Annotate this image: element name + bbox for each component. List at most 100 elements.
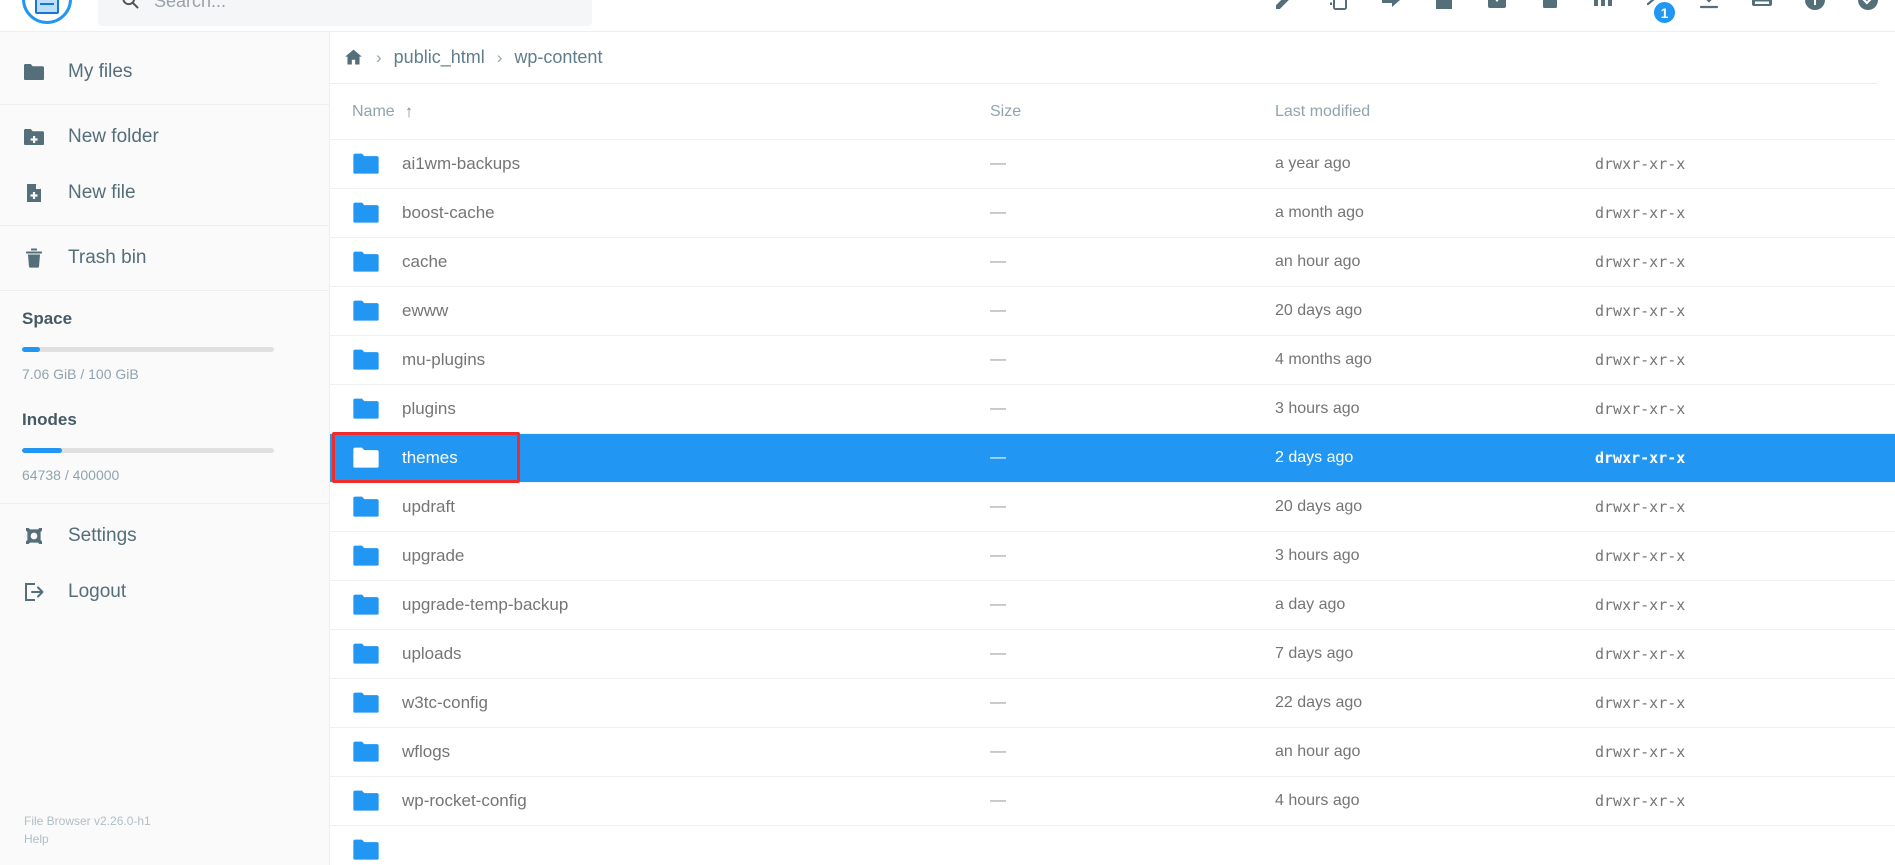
table-row[interactable]: mu-plugins — 4 months ago drwxr-xr-x (330, 335, 1895, 384)
move-icon[interactable] (1378, 0, 1404, 13)
file-size-cell: — (990, 400, 1006, 417)
file-name-label: cache (402, 252, 448, 271)
table-row[interactable] (330, 825, 1895, 865)
file-size-cell: — (990, 645, 1006, 662)
file-modified-cell: a year ago (1275, 155, 1351, 172)
column-header-size[interactable]: Size (990, 103, 1275, 121)
sort-ascending-icon: ↑ (404, 101, 414, 121)
column-header-name[interactable]: Name ↑ (330, 102, 990, 122)
breadcrumb-item-wp-content[interactable]: wp-content (514, 47, 602, 68)
sidebar-item-trash-bin[interactable]: Trash bin (0, 230, 329, 286)
file-name-cell: wflogs (330, 741, 990, 763)
sidebar: My files New folder New file Trash bin S… (0, 32, 330, 865)
column-header-name-label: Name (352, 102, 395, 120)
table-row[interactable]: updraft — 20 days ago drwxr-xr-x (330, 482, 1895, 531)
folder-icon (352, 692, 380, 714)
file-size-cell: — (990, 204, 1006, 221)
file-name-label: uploads (402, 644, 462, 663)
copy-icon[interactable] (1325, 0, 1351, 13)
folder-icon (352, 741, 380, 763)
folder-icon (352, 496, 380, 518)
sidebar-item-new-file[interactable]: New file (0, 165, 329, 221)
file-modified-cell: an hour ago (1275, 253, 1361, 270)
file-name-cell: upgrade-temp-backup (330, 594, 990, 616)
upload-icon[interactable] (1431, 0, 1457, 13)
select-all-icon[interactable] (1696, 0, 1722, 13)
table-row[interactable]: ai1wm-backups — a year ago drwxr-xr-x (330, 139, 1895, 188)
logout-icon (22, 580, 46, 604)
table-row[interactable]: w3tc-config — 22 days ago drwxr-xr-x (330, 678, 1895, 727)
sidebar-item-new-folder[interactable]: New folder (0, 109, 329, 165)
breadcrumb: › public_html › wp-content (330, 32, 1877, 84)
sidebar-item-settings[interactable]: Settings (0, 508, 329, 564)
delete-icon[interactable] (1537, 0, 1563, 13)
inodes-usage: Inodes 64738 / 400000 (0, 388, 329, 499)
file-list: ai1wm-backups — a year ago drwxr-xr-x boost-… (330, 139, 1895, 865)
folder-icon (352, 839, 380, 861)
file-permissions-cell: drwxr-xr-x (1595, 645, 1686, 663)
file-name-label: upgrade-temp-backup (402, 595, 569, 614)
inodes-usage-fill (22, 448, 63, 453)
file-size-cell: — (990, 743, 1006, 760)
help-link[interactable]: Help (24, 830, 329, 849)
file-modified-cell: an hour ago (1275, 743, 1361, 760)
file-permissions-cell: drwxr-xr-x (1595, 155, 1686, 173)
folder-plus-icon (22, 125, 46, 149)
table-row[interactable]: cache — an hour ago drwxr-xr-x (330, 237, 1895, 286)
file-modified-cell: 3 hours ago (1275, 547, 1360, 564)
file-name-cell: updraft (330, 496, 990, 518)
file-modified-cell: 20 days ago (1275, 498, 1363, 515)
file-permissions-cell: drwxr-xr-x (1595, 596, 1686, 614)
folder-icon (22, 60, 46, 84)
file-browser-logo[interactable] (22, 0, 72, 24)
column-header-size-label: Size (990, 102, 1022, 120)
table-row[interactable]: plugins — 3 hours ago drwxr-xr-x (330, 384, 1895, 433)
sidebar-group-usage: Space 7.06 GiB / 100 GiB Inodes 64738 / … (0, 291, 329, 504)
search-bar[interactable]: Search... (98, 0, 592, 26)
trash-icon (22, 246, 46, 270)
home-icon[interactable] (342, 47, 364, 69)
sidebar-item-label: New file (68, 182, 136, 203)
table-row[interactable]: uploads — 7 days ago drwxr-xr-x (330, 629, 1895, 678)
keyboard-icon[interactable] (1749, 0, 1775, 13)
folder-icon (352, 790, 380, 812)
file-name-cell: cache (330, 251, 990, 273)
folder-icon (352, 545, 380, 567)
file-modified-cell: a month ago (1275, 204, 1364, 221)
info-icon[interactable] (1802, 0, 1828, 13)
file-size-cell: — (990, 302, 1006, 319)
table-row[interactable]: wp-rocket-config — 4 hours ago drwxr-xr-x (330, 776, 1895, 825)
space-usage: Space 7.06 GiB / 100 GiB (0, 295, 329, 388)
search-input-placeholder[interactable]: Search... (154, 0, 226, 12)
file-name-cell: upgrade (330, 545, 990, 567)
check-circle-icon[interactable] (1855, 0, 1881, 13)
file-name-cell: uploads (330, 643, 990, 665)
column-header-modified-label: Last modified (1275, 102, 1371, 120)
download-icon[interactable] (1484, 0, 1510, 13)
column-header-last-modified[interactable]: Last modified (1275, 103, 1595, 121)
table-row[interactable]: themes — 2 days ago drwxr-xr-x (330, 433, 1895, 482)
grid-view-icon[interactable] (1590, 0, 1616, 13)
table-row[interactable]: upgrade — 3 hours ago drwxr-xr-x (330, 531, 1895, 580)
table-row[interactable]: ewww — 20 days ago drwxr-xr-x (330, 286, 1895, 335)
file-size-cell: — (990, 498, 1006, 515)
gear-icon (22, 524, 46, 548)
file-size-cell: — (990, 449, 1006, 466)
table-row[interactable]: upgrade-temp-backup — a day ago drwxr-xr-x (330, 580, 1895, 629)
sidebar-group-files: My files (0, 40, 329, 105)
sidebar-group-trash: Trash bin (0, 226, 329, 291)
table-row[interactable]: wflogs — an hour ago drwxr-xr-x (330, 727, 1895, 776)
file-name-label: themes (402, 448, 458, 467)
file-permissions-cell: drwxr-xr-x (1595, 400, 1686, 418)
sidebar-item-label: Logout (68, 581, 127, 602)
sidebar-footer: File Browser v2.26.0-h1 Help (0, 812, 329, 865)
table-row[interactable]: boost-cache — a month ago drwxr-xr-x (330, 188, 1895, 237)
sidebar-item-label: New folder (68, 126, 159, 147)
file-size-cell: — (990, 792, 1006, 809)
sidebar-item-logout[interactable]: Logout (0, 564, 329, 620)
shell-icon[interactable]: 1 (1643, 0, 1677, 25)
sidebar-item-my-files[interactable]: My files (0, 44, 329, 100)
file-size-cell: — (990, 596, 1006, 613)
breadcrumb-item-public-html[interactable]: public_html (394, 47, 485, 68)
rename-icon[interactable] (1272, 0, 1298, 13)
